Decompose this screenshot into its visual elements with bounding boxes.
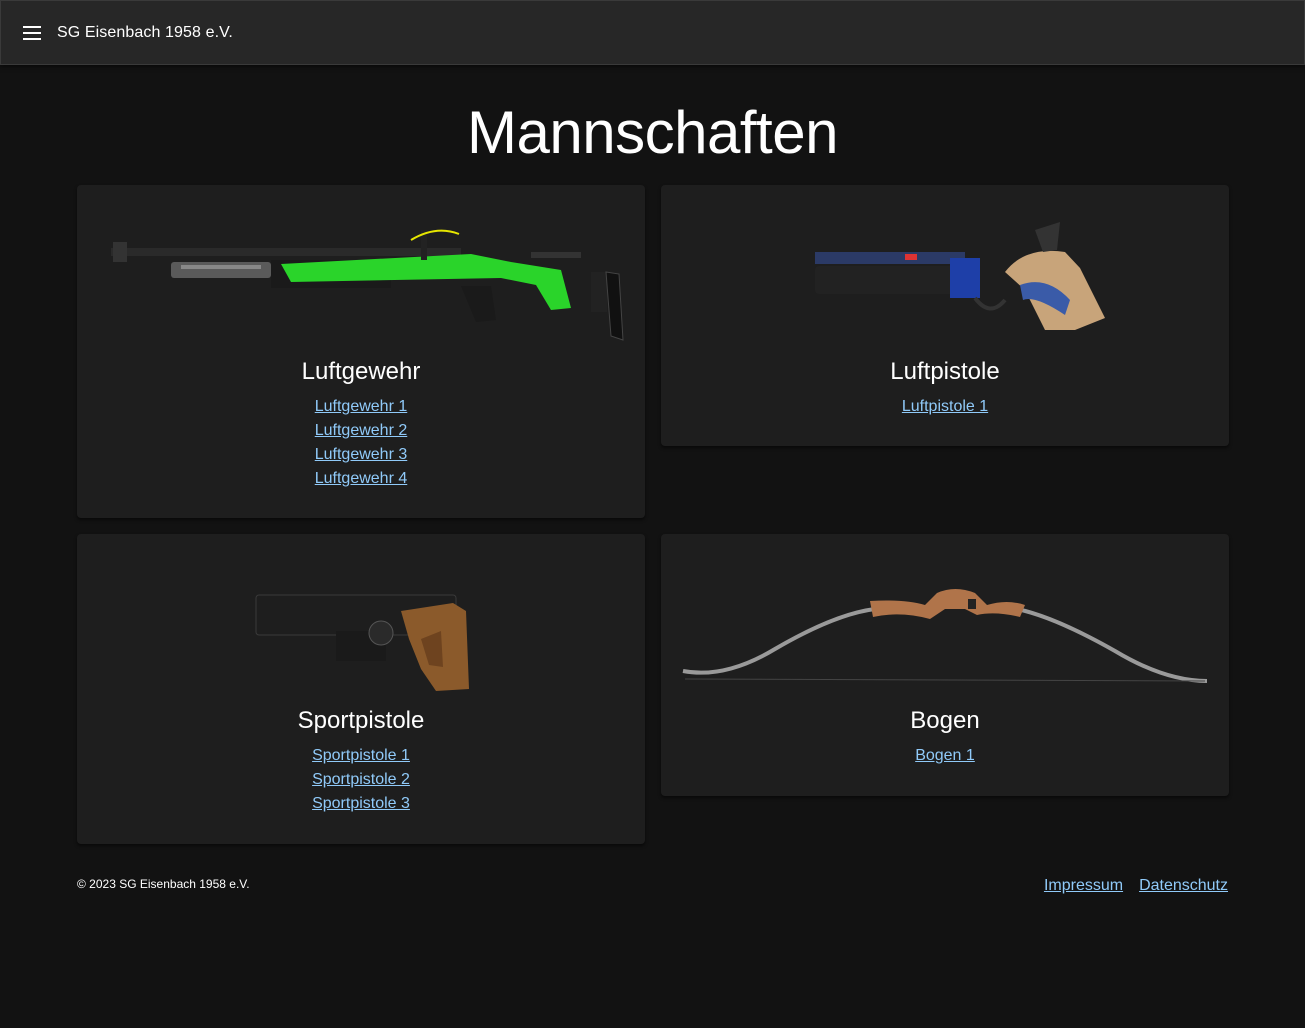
team-link-bogen-1[interactable]: Bogen 1 — [915, 747, 975, 764]
team-title-sportpistole: Sportpistole — [297, 707, 425, 734]
team-links-luftpistole: Luftpistole 1 — [661, 395, 1229, 419]
site-brand[interactable]: SG Eisenbach 1958 e.V. — [57, 24, 233, 42]
recurve-bow-image — [661, 534, 1229, 704]
footer-copyright: © 2023 SG Eisenbach 1958 e.V. — [77, 877, 250, 891]
footer-link-datenschutz[interactable]: Datenschutz — [1139, 877, 1228, 895]
team-card-luftgewehr: Luftgewehr Luftgewehr 1 Luftgewehr 2 Luf… — [77, 185, 645, 518]
team-link-luftgewehr-3[interactable]: Luftgewehr 3 — [315, 446, 408, 463]
team-link-sportpistole-3[interactable]: Sportpistole 3 — [312, 795, 410, 812]
team-link-luftpistole-1[interactable]: Luftpistole 1 — [902, 398, 988, 415]
team-link-luftgewehr-2[interactable]: Luftgewehr 2 — [315, 422, 408, 439]
team-links-sportpistole: Sportpistole 1 Sportpistole 2 Sportpisto… — [77, 744, 645, 816]
team-card-luftpistole: Luftpistole Luftpistole 1 — [661, 185, 1229, 446]
team-card-sportpistole: Sportpistole Sportpistole 1 Sportpistole… — [77, 534, 645, 844]
footer-link-impressum[interactable]: Impressum — [1044, 877, 1123, 895]
footer-links: Impressum Datenschutz — [1044, 877, 1228, 895]
app-bar: SG Eisenbach 1958 e.V. — [0, 0, 1305, 65]
team-links-bogen: Bogen 1 — [661, 744, 1229, 768]
hamburger-menu-icon[interactable] — [23, 21, 47, 45]
team-link-luftgewehr-4[interactable]: Luftgewehr 4 — [315, 470, 408, 487]
team-link-sportpistole-2[interactable]: Sportpistole 2 — [312, 771, 410, 788]
sport-pistol-image — [77, 534, 645, 704]
page-title: Mannschaften — [467, 99, 838, 166]
team-title-luftgewehr: Luftgewehr — [301, 358, 421, 385]
team-link-luftgewehr-1[interactable]: Luftgewehr 1 — [315, 398, 408, 415]
team-title-bogen: Bogen — [910, 707, 980, 734]
air-rifle-image — [77, 185, 645, 355]
air-pistol-image — [661, 185, 1229, 355]
team-title-luftpistole: Luftpistole — [890, 358, 1000, 385]
team-link-sportpistole-1[interactable]: Sportpistole 1 — [312, 747, 410, 764]
team-card-bogen: Bogen Bogen 1 — [661, 534, 1229, 796]
team-links-luftgewehr: Luftgewehr 1 Luftgewehr 2 Luftgewehr 3 L… — [77, 395, 645, 491]
